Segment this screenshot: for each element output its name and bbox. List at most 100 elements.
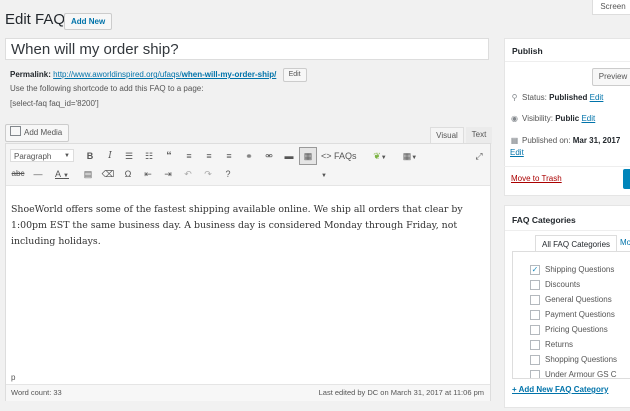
help-icon[interactable]: ? bbox=[220, 166, 236, 182]
fullscreen-icon[interactable]: ⤢ bbox=[471, 148, 487, 164]
visibility-row: ◉ Visibility: Public Edit bbox=[510, 114, 595, 123]
checkbox[interactable]: ✓ bbox=[530, 265, 540, 275]
link-icon[interactable]: ⚭ bbox=[241, 148, 257, 164]
checkbox[interactable] bbox=[530, 280, 540, 290]
add-media-button[interactable]: Add Media bbox=[5, 124, 70, 142]
category-label: Under Armour GS C bbox=[545, 370, 617, 379]
checkbox[interactable] bbox=[530, 355, 540, 365]
editor-statusbar: Word count: 33 Last edited by DC on Marc… bbox=[6, 384, 490, 401]
category-label: Pricing Questions bbox=[545, 325, 608, 334]
category-label: Returns bbox=[545, 340, 574, 349]
text-color-icon[interactable]: A ▼ bbox=[50, 166, 74, 182]
category-item-pricing[interactable]: Pricing Questions bbox=[530, 325, 608, 335]
table-icon[interactable]: ▦▼ bbox=[399, 148, 421, 164]
undo-icon[interactable]: ↶ bbox=[180, 166, 196, 182]
category-checklist: ✓ Shipping Questions Discounts General Qu… bbox=[512, 251, 630, 379]
read-more-icon[interactable]: ▬ bbox=[281, 148, 297, 164]
redo-icon[interactable]: ↷ bbox=[200, 166, 216, 182]
published-edit-row: Edit bbox=[510, 148, 524, 157]
checkbox[interactable] bbox=[530, 295, 540, 305]
category-label: Payment Questions bbox=[545, 310, 615, 319]
tab-text[interactable]: Text bbox=[466, 127, 492, 144]
tab-most-used[interactable]: Mo bbox=[620, 238, 630, 247]
preview-button[interactable]: Preview bbox=[592, 68, 630, 86]
published-edit-link[interactable]: Edit bbox=[510, 148, 524, 157]
permalink-link[interactable]: http://www.aworldinspired.org/ufaqs/when… bbox=[53, 70, 276, 79]
update-button[interactable] bbox=[623, 169, 630, 189]
move-to-trash-link[interactable]: Move to Trash bbox=[511, 174, 562, 183]
divider bbox=[505, 230, 630, 231]
chevron-down-icon: ▼ bbox=[64, 153, 70, 159]
unlink-icon[interactable]: ⚮ bbox=[261, 148, 277, 164]
last-edited: Last edited by DC on March 31, 2017 at 1… bbox=[318, 388, 484, 397]
media-icon bbox=[10, 126, 21, 136]
outdent-icon[interactable]: ⇤ bbox=[140, 166, 156, 182]
format-select-value: Paragraph bbox=[14, 152, 52, 161]
checkbox[interactable] bbox=[530, 310, 540, 320]
status-value: Published bbox=[549, 93, 588, 102]
category-item-shipping[interactable]: ✓ Shipping Questions bbox=[530, 265, 615, 275]
title-input[interactable]: When will my order ship? bbox=[5, 38, 489, 60]
align-left-icon[interactable]: ≡ bbox=[181, 148, 197, 164]
visibility-edit-link[interactable]: Edit bbox=[581, 114, 595, 123]
strikethrough-icon[interactable]: abc bbox=[10, 166, 26, 182]
category-label: General Questions bbox=[545, 295, 612, 304]
status-edit-link[interactable]: Edit bbox=[590, 93, 604, 102]
permalink-base: http://www.aworldinspired.org/ufaqs/ bbox=[53, 70, 182, 80]
calendar-icon: ▦ bbox=[510, 136, 519, 145]
editor-toolbar: Paragraph ▼ B I ☰ ☷ “ ≡ ≡ ≡ ⚭ ⚮ ▬ ▦ <> FA… bbox=[6, 144, 490, 186]
toolbar-toggle-icon[interactable]: ▦ bbox=[299, 147, 317, 165]
paste-text-icon[interactable]: ▤ bbox=[80, 166, 96, 182]
published-value: Mar 31, 2017 bbox=[572, 136, 621, 145]
category-label: Shipping Questions bbox=[545, 265, 615, 274]
code-icon: <> bbox=[321, 151, 332, 161]
screen-options-tab[interactable]: Screen bbox=[592, 0, 630, 15]
published-label: Published on: bbox=[522, 136, 571, 145]
add-new-category-link[interactable]: + Add New FAQ Category bbox=[512, 385, 608, 394]
special-character-icon[interactable]: Ω bbox=[120, 166, 136, 182]
add-media-label: Add Media bbox=[24, 128, 63, 137]
published-row: ▦ Published on: Mar 31, 2017 bbox=[510, 136, 621, 145]
editor-path: p bbox=[11, 373, 16, 382]
category-item-general[interactable]: General Questions bbox=[530, 295, 612, 305]
faqs-label: FAQs bbox=[334, 151, 357, 161]
publish-title: Publish bbox=[512, 46, 543, 56]
clear-formatting-icon[interactable]: ⌫ bbox=[100, 166, 116, 182]
numbered-list-icon[interactable]: ☷ bbox=[141, 148, 157, 164]
checkbox[interactable] bbox=[530, 370, 540, 378]
faqs-chevron-icon: ▼ bbox=[321, 173, 327, 179]
add-new-button[interactable]: Add New bbox=[64, 13, 113, 30]
category-label: Discounts bbox=[545, 280, 581, 289]
format-select[interactable]: Paragraph ▼ bbox=[10, 149, 74, 162]
word-count: Word count: 33 bbox=[11, 388, 62, 397]
checkbox[interactable] bbox=[530, 340, 540, 350]
align-center-icon[interactable]: ≡ bbox=[201, 148, 217, 164]
category-item-payment[interactable]: Payment Questions bbox=[530, 310, 615, 320]
status-label: Status: bbox=[522, 93, 547, 102]
italic-icon[interactable]: I bbox=[102, 148, 118, 164]
category-label: Shopping Questions bbox=[545, 355, 618, 364]
permalink-edit-button[interactable]: Edit bbox=[282, 68, 307, 82]
horizontal-line-icon[interactable]: — bbox=[30, 166, 46, 182]
indent-icon[interactable]: ⇥ bbox=[160, 166, 176, 182]
faqs-button[interactable]: <> FAQs ▼ bbox=[321, 148, 361, 179]
align-right-icon[interactable]: ≡ bbox=[221, 148, 237, 164]
category-item-returns[interactable]: Returns bbox=[530, 340, 574, 350]
categories-title: FAQ Categories bbox=[512, 215, 576, 225]
bullet-list-icon[interactable]: ☰ bbox=[121, 148, 137, 164]
category-item-shopping[interactable]: Shopping Questions bbox=[530, 355, 618, 365]
leaf-icon[interactable]: ❦▼ bbox=[370, 148, 390, 164]
pin-icon: ⚲ bbox=[511, 93, 518, 102]
bold-icon[interactable]: B bbox=[82, 148, 98, 164]
shortcode-note: Use the following shortcode to add this … bbox=[10, 84, 204, 93]
blockquote-icon[interactable]: “ bbox=[161, 148, 177, 164]
shortcode-value: [select-faq faq_id='8200'] bbox=[10, 99, 99, 108]
category-item-under-armour[interactable]: Under Armour GS C bbox=[530, 370, 617, 379]
divider bbox=[505, 61, 630, 62]
checkbox[interactable] bbox=[530, 325, 540, 335]
visibility-label: Visibility: bbox=[522, 114, 553, 123]
permalink-slug: when-will-my-order-ship/ bbox=[181, 70, 277, 80]
category-item-discounts[interactable]: Discounts bbox=[530, 280, 581, 290]
editor-content[interactable]: ShoeWorld offers some of the fastest shi… bbox=[11, 202, 485, 250]
divider bbox=[504, 166, 630, 167]
